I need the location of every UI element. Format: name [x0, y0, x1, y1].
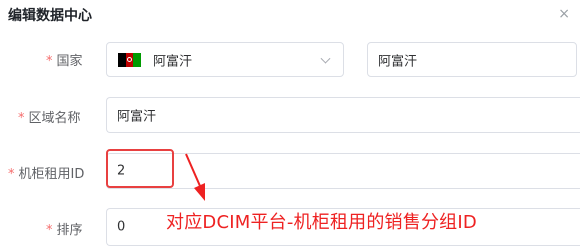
annotation-text: 对应DCIM平台-机柜租用的销售分组ID: [166, 212, 477, 233]
